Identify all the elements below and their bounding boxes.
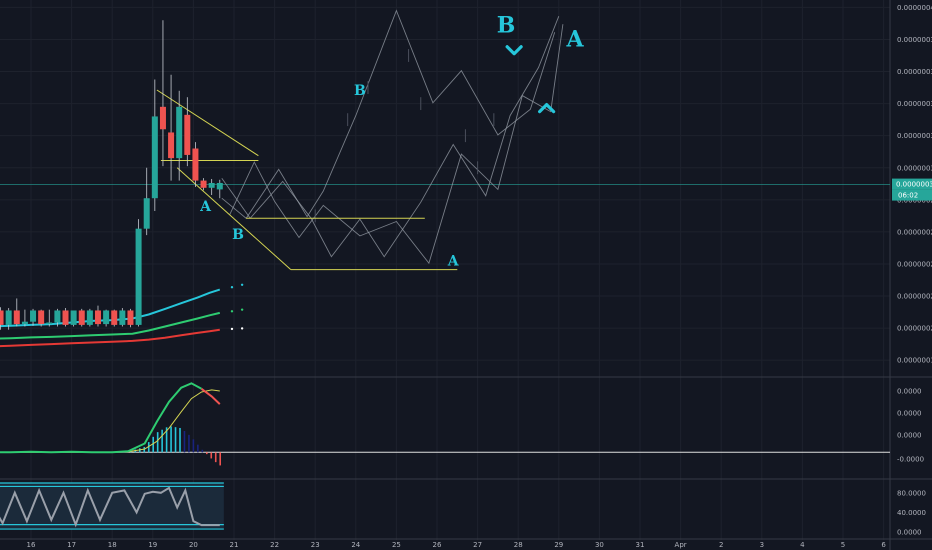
price-tick-label: 0.00000039 — [897, 36, 932, 44]
candle-body — [78, 310, 85, 325]
candle-body — [5, 310, 12, 325]
time-tick-label: Apr — [675, 541, 687, 549]
wave-label: B — [232, 227, 244, 243]
macd-tick-label: 0.0000 — [897, 431, 922, 439]
time-tick-label: 17 — [67, 541, 76, 549]
time-tick-label: 26 — [433, 541, 442, 549]
ema-slow-line-projection-dot — [230, 327, 234, 331]
time-tick-label: 20 — [189, 541, 198, 549]
candle-body — [86, 310, 93, 325]
candle-body — [208, 182, 215, 188]
ema-slow-line-projection-dot — [240, 327, 244, 330]
candle-body — [46, 322, 53, 325]
time-tick-label: 19 — [148, 541, 157, 549]
candle-body — [143, 198, 150, 229]
ema-mid-line-projection-dot — [230, 310, 234, 313]
current-price-badge: 0.00000030 06:02 — [892, 178, 932, 201]
candle-body — [94, 310, 101, 325]
time-tick-label: 6 — [881, 541, 886, 549]
candle-body — [103, 310, 110, 325]
candle-body — [216, 182, 223, 190]
price-tick-label: 0.00000041 — [897, 4, 932, 12]
candle-body — [192, 148, 199, 181]
candle-body — [168, 132, 175, 159]
time-tick-label: 18 — [108, 541, 117, 549]
price-tick-label: 0.00000021 — [897, 325, 932, 333]
price-tick-label: 0.00000027 — [897, 228, 932, 236]
candle-body — [151, 116, 158, 199]
time-axis[interactable]: 16 17 18 19 20 21 22 23 24 25 26 27 28 29 30 31 Apr 2 3 4 5 6 — [27, 541, 887, 549]
time-tick-label: 16 — [27, 541, 36, 549]
time-tick-label: 22 — [270, 541, 279, 549]
chevron-down-icon — [505, 45, 523, 56]
candle-body — [176, 106, 183, 159]
time-tick-label: 31 — [636, 541, 645, 549]
price-tick-label: 0.00000019 — [897, 357, 932, 365]
candle-body — [62, 310, 69, 325]
candle-body — [70, 310, 77, 325]
time-tick-label: 21 — [230, 541, 239, 549]
ema-fast-line-projection-dot — [240, 283, 244, 287]
stoch-tick-label: 80.0000 — [897, 489, 926, 497]
time-tick-label: 27 — [473, 541, 482, 549]
price-tick-label: 0.00000025 — [897, 260, 932, 268]
candle-body — [54, 310, 61, 323]
ema-fast-line-projection-dot — [230, 286, 234, 289]
time-tick-label: 5 — [841, 541, 845, 549]
candle-body — [111, 310, 118, 325]
price-tick-label: 0.00000023 — [897, 293, 932, 301]
price-tick-label: 0.00000037 — [897, 68, 932, 76]
stoch-panel[interactable]: 80.0000 40.0000 0.0000 — [0, 482, 926, 537]
macd-tick-label: 0.0000 — [897, 409, 922, 417]
candle-body — [127, 310, 134, 325]
candle-body — [38, 310, 45, 325]
price-chart[interactable]: A B B A B A 0.0000 0.0000 0.0000 -0.0000 80.0000… — [0, 0, 932, 550]
price-tick-label: 0.00000035 — [897, 100, 932, 108]
current-price-label: 0.00000030 — [896, 181, 932, 189]
countdown-label: 06:02 — [898, 192, 918, 200]
ema-mid-line-projection-dot — [240, 308, 244, 311]
macd-panel[interactable]: 0.0000 0.0000 0.0000 -0.0000 — [0, 382, 924, 466]
time-tick-label: 29 — [554, 541, 563, 549]
candle-body — [135, 228, 142, 325]
macd-signal-line — [0, 389, 220, 453]
wave-label: B — [497, 12, 516, 38]
time-tick-label: 30 — [595, 541, 604, 549]
time-tick-label: 25 — [392, 541, 401, 549]
candle-body — [13, 310, 20, 325]
time-tick-label: 28 — [514, 541, 523, 549]
candle-body — [159, 106, 166, 130]
candle-body — [200, 180, 207, 188]
time-tick-label: 2 — [719, 541, 723, 549]
time-tick-label: 3 — [760, 541, 764, 549]
projection-path — [221, 16, 560, 258]
time-tick-label: 24 — [351, 541, 360, 549]
candle-body — [119, 310, 126, 325]
time-tick-label: 23 — [311, 541, 320, 549]
candle-body — [0, 310, 4, 325]
macd-tick-label: -0.0000 — [897, 455, 924, 463]
wave-label: A — [566, 27, 585, 53]
price-tick-label: 0.00000033 — [897, 132, 932, 140]
price-tick-label: 0.00000031 — [897, 164, 932, 172]
stoch-tick-label: 40.0000 — [897, 509, 926, 517]
macd-tick-label: 0.0000 — [897, 387, 922, 395]
stoch-tick-label: 0.0000 — [897, 529, 922, 537]
candle-body — [21, 321, 28, 325]
wave-label: A — [199, 199, 212, 215]
wave-label: A — [447, 254, 460, 270]
projection-path — [221, 9, 556, 219]
wave-label: B — [354, 83, 366, 99]
candle-body — [30, 310, 37, 322]
time-tick-label: 4 — [800, 541, 805, 549]
candle-body — [184, 114, 191, 155]
